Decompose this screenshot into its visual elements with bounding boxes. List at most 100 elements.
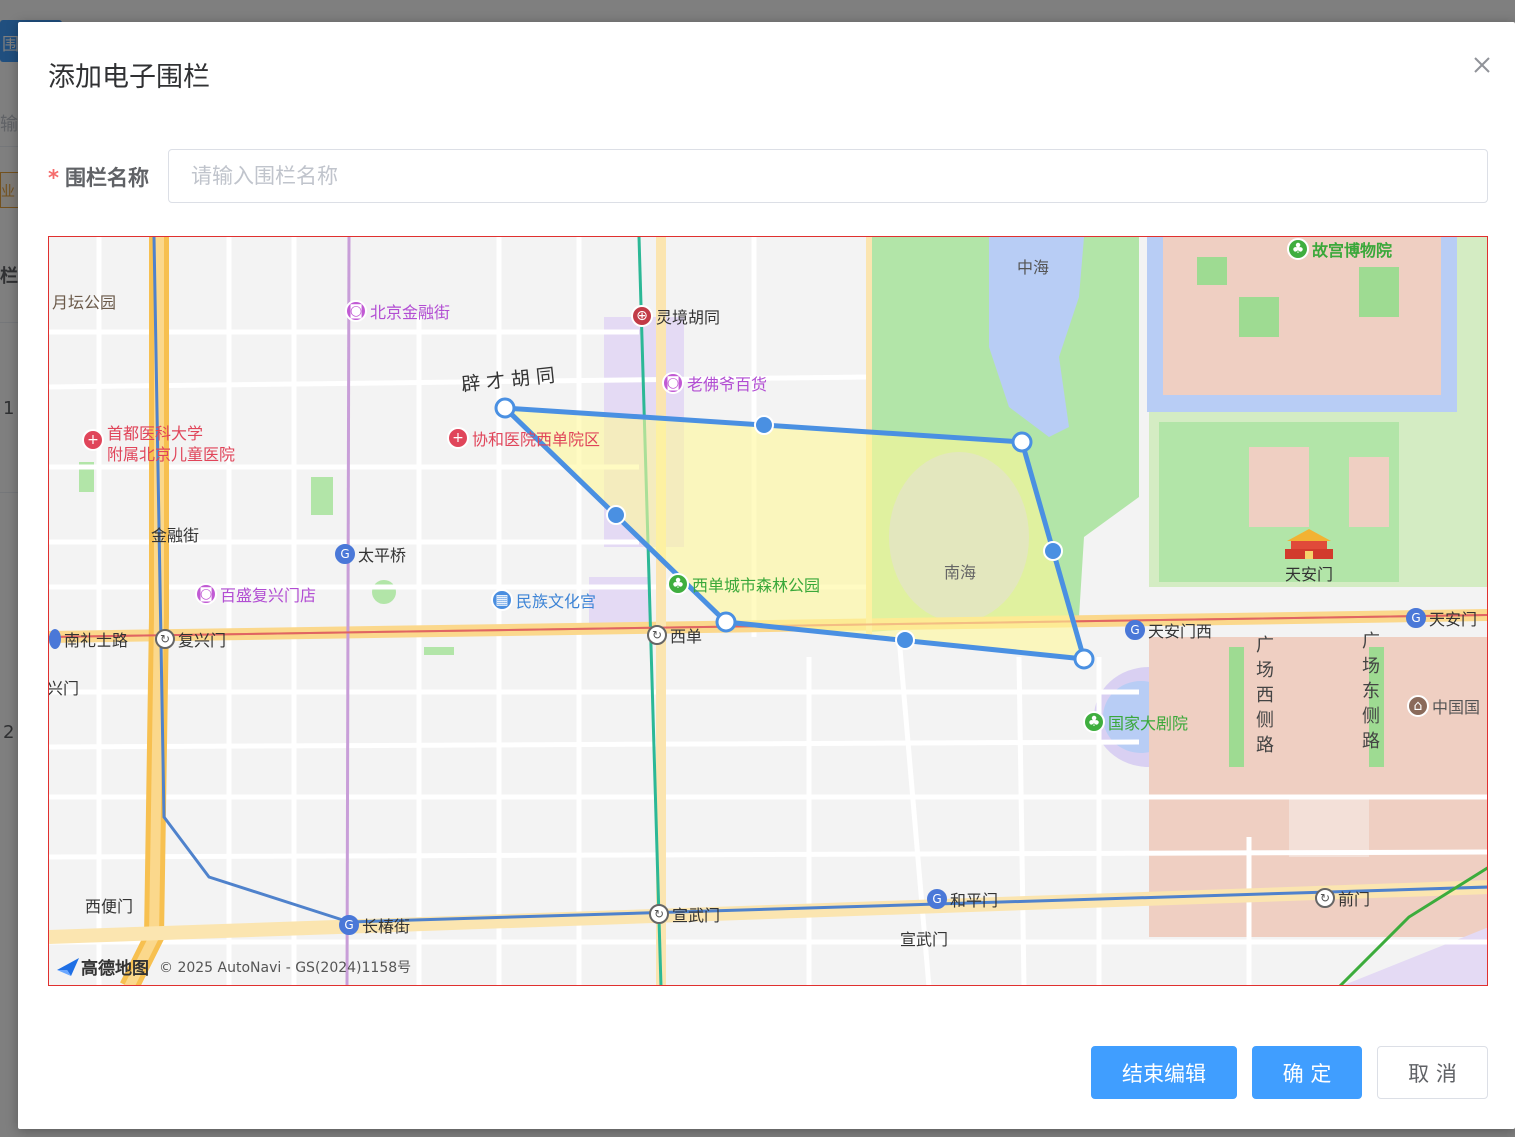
map-label-nanhai: 南海: [944, 563, 977, 582]
fence-name-label: * 围栏名称: [48, 162, 149, 192]
transfer-station-icon: ↻: [649, 904, 669, 924]
map-label-xuanwumen: 宣武门: [900, 930, 949, 949]
map-station-nanlishilu[interactable]: 南礼士路: [49, 627, 128, 651]
poi-label: 老佛爷百货: [687, 375, 768, 394]
map-poi-palace-museum[interactable]: ♣ 故宫博物院: [1287, 237, 1392, 261]
poi-label: 北京金融街: [370, 303, 451, 322]
map-station-tiananmen-west[interactable]: G 天安门西: [1125, 618, 1212, 642]
hospital-icon: +: [82, 429, 104, 451]
map-station-taipingqiao[interactable]: G 太平桥: [335, 542, 406, 566]
map-label-xingmen: 兴门: [48, 679, 80, 698]
map-station-fuxingmen[interactable]: ↻ 复兴门: [155, 627, 226, 651]
map-label-jinrongjie: 金融街: [151, 526, 200, 545]
map-brand: 高德地图: [81, 959, 149, 979]
fence-vertex-handle[interactable]: [494, 397, 516, 419]
metro-station-icon: G: [927, 889, 947, 909]
amap-logo-icon: [57, 957, 79, 976]
map-poi-xiehe-hospital[interactable]: + 协和医院西单院区: [447, 426, 600, 450]
fence-vertex-handle[interactable]: [1073, 648, 1095, 670]
station-label: 和平门: [950, 891, 999, 910]
map-station-xidan[interactable]: ↻ 西单: [647, 623, 702, 647]
poi-label: 灵境胡同: [656, 308, 721, 327]
tiananmen-gate-icon: [1285, 529, 1333, 559]
metro-station-icon: G: [1125, 620, 1145, 640]
fence-name-input[interactable]: [168, 149, 1488, 203]
station-label: 太平桥: [358, 546, 407, 565]
map-poi-tiananmen[interactable]: 天安门: [1283, 527, 1335, 585]
poi-label: 中国国: [1432, 698, 1481, 717]
museum-icon: ⌂: [1407, 695, 1429, 717]
map-poi-national-museum[interactable]: ⌂ 中国国: [1407, 694, 1480, 718]
poi-label: 国家大剧院: [1108, 714, 1189, 733]
station-label: 前门: [1338, 890, 1371, 909]
map-poi-childrens-hospital[interactable]: + 首都医科大学 附属北京儿童医院: [82, 423, 235, 465]
fence-name-label-text: 围栏名称: [64, 166, 149, 190]
hospital-icon: +: [447, 427, 469, 449]
map-station-tiananmen-east[interactable]: G 天安门: [1406, 606, 1477, 630]
station-label: 天安门西: [1148, 622, 1213, 641]
metro-station-icon: [49, 629, 61, 649]
close-button[interactable]: [1469, 52, 1495, 78]
transfer-station-icon: ↻: [1315, 888, 1335, 908]
map-road-square-east: 广场东侧路: [1362, 631, 1380, 752]
map-attribution: 高德地图 © 2025 AutoNavi - GS(2024)1158号: [55, 954, 411, 979]
shopping-icon: ◙: [345, 300, 367, 322]
station-label: 天安门: [1429, 610, 1478, 629]
map-poi-lingjing[interactable]: ⊕ 灵境胡同: [631, 304, 720, 328]
cancel-button[interactable]: 取 消: [1377, 1046, 1488, 1099]
metro-station-icon: G: [339, 915, 359, 935]
park-icon: ♣: [667, 573, 689, 595]
culture-icon: ▦: [491, 589, 513, 611]
shopping-icon: ◙: [662, 372, 684, 394]
map-poi-grand-theater[interactable]: ♣ 国家大剧院: [1083, 710, 1188, 734]
poi-label: 首都医科大学 附属北京儿童医院: [107, 423, 235, 465]
fence-midpoint-handle[interactable]: [1043, 541, 1063, 561]
map-poi-laofoye[interactable]: ◙ 老佛爷百货: [662, 371, 767, 395]
add-fence-dialog: 添加电子围栏 * 围栏名称 请输入围栏名称 月坛公园 ◙ 北京金融街 ⊕ 灵境胡…: [18, 22, 1515, 1129]
dialog-title: 添加电子围栏: [48, 62, 210, 93]
map-poi-minzu-palace[interactable]: ▦ 民族文化宫: [491, 588, 596, 612]
map-label-zhonghai: 中海: [1017, 258, 1050, 277]
transfer-station-icon: ↻: [155, 629, 175, 649]
station-label: 复兴门: [178, 631, 227, 650]
metro-station-icon: ⊕: [631, 305, 653, 327]
end-edit-button[interactable]: 结束编辑: [1091, 1046, 1237, 1099]
station-label: 西单: [670, 627, 703, 646]
shopping-icon: ◙: [195, 583, 217, 605]
map-base-layer: [49, 237, 1487, 985]
station-label: 长椿街: [362, 917, 411, 936]
poi-label: 民族文化宫: [516, 592, 597, 611]
park-icon: ♣: [1083, 711, 1105, 733]
station-label: 宣武门: [672, 906, 721, 925]
fence-midpoint-handle[interactable]: [895, 630, 915, 650]
poi-label: 西单城市森林公园: [692, 576, 821, 595]
map-poi-baisheng[interactable]: ◙ 百盛复兴门店: [195, 582, 316, 606]
metro-station-icon: G: [1406, 608, 1426, 628]
map-station-xuanwumen[interactable]: ↻ 宣武门: [649, 902, 720, 926]
poi-label: 百盛复兴门店: [220, 586, 317, 605]
fence-midpoint-handle[interactable]: [606, 505, 626, 525]
poi-label: 天安门: [1284, 565, 1333, 584]
park-icon: ♣: [1287, 238, 1309, 260]
poi-label-line: 附属北京儿童医院: [107, 445, 236, 464]
map-canvas[interactable]: 月坛公园 ◙ 北京金融街 ⊕ 灵境胡同 中海 ♣ 故宫博物院 辟才胡同 ◙ 老佛爷百货 …: [48, 236, 1488, 986]
map-station-qianmen[interactable]: ↻ 前门: [1315, 886, 1370, 910]
map-label-yuetan-park: 月坛公园: [52, 293, 117, 312]
map-poi-finance-mall[interactable]: ◙ 北京金融街: [345, 299, 450, 323]
metro-station-icon: G: [335, 544, 355, 564]
map-station-changchunjie[interactable]: G 长椿街: [339, 913, 410, 937]
fence-vertex-handle[interactable]: [1011, 431, 1033, 453]
required-mark: *: [48, 166, 59, 190]
poi-label: 故宫博物院: [1312, 241, 1393, 260]
map-road-square-west: 广场西侧路: [1256, 635, 1274, 756]
fence-vertex-handle[interactable]: [715, 611, 737, 633]
confirm-button[interactable]: 确 定: [1252, 1046, 1362, 1099]
map-poi-xidan-park[interactable]: ♣ 西单城市森林公园: [667, 572, 820, 596]
transfer-station-icon: ↻: [647, 625, 667, 645]
fence-midpoint-handle[interactable]: [754, 415, 774, 435]
map-station-hepingmen[interactable]: G 和平门: [927, 887, 998, 911]
station-label: 南礼士路: [64, 631, 129, 650]
map-label-xibianmen: 西便门: [85, 897, 134, 916]
map-copyright: © 2025 AutoNavi - GS(2024)1158号: [159, 959, 412, 976]
poi-label: 协和医院西单院区: [472, 430, 601, 449]
